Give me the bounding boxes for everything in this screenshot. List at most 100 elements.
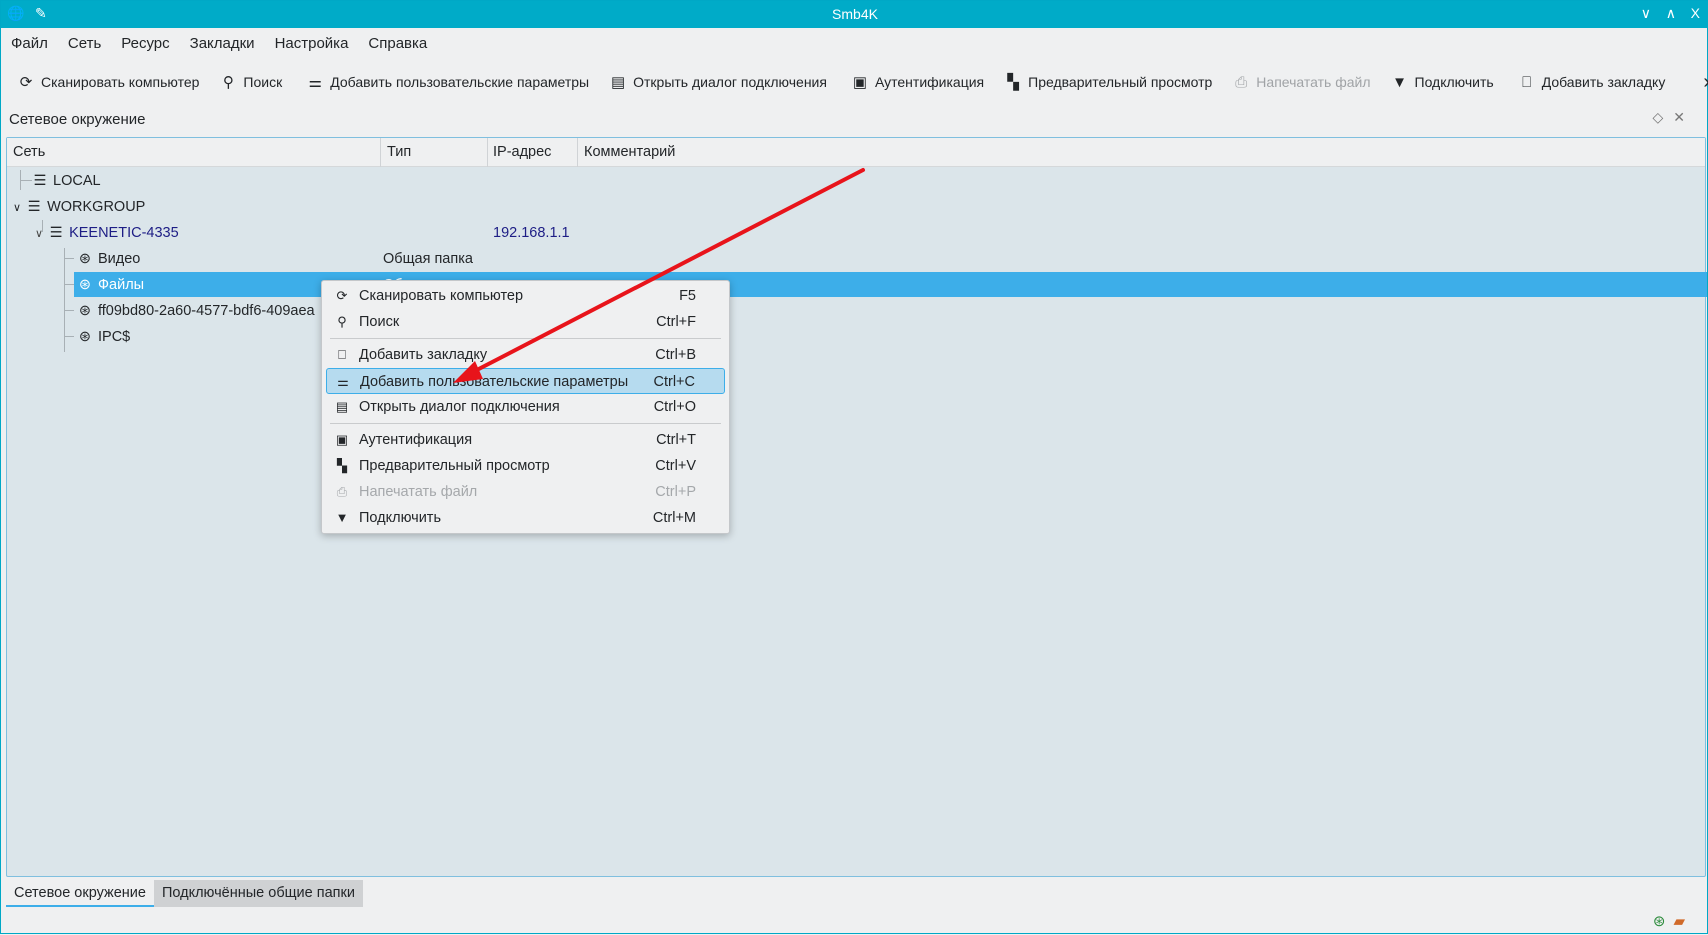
bookmark-icon: ⎕ — [1522, 73, 1532, 91]
preview-grid-icon: ▚ — [1007, 74, 1019, 91]
menu-separator — [330, 338, 721, 339]
tree-item-share[interactable]: ⊛ IPC$ — [76, 324, 130, 350]
tab-bar: Сетевое окружение Подключённые общие пап… — [6, 880, 363, 907]
custom-options-button[interactable]: ⚌ Добавить пользовательские параметры — [296, 67, 599, 97]
search-button[interactable]: ⚲ Поиск — [209, 67, 292, 97]
mount-status-icon: ⊛ — [1652, 913, 1666, 930]
float-icon[interactable]: ◇ — [1652, 109, 1673, 125]
label: Поиск — [359, 314, 400, 330]
label: Сканировать компьютер — [359, 288, 524, 304]
column-comment[interactable]: Комментарий — [584, 144, 675, 160]
window-title: Smb4K — [832, 6, 878, 22]
tree-item-workgroup[interactable]: ∨ ☰ WORKGROUP — [13, 194, 145, 220]
preview-label: Предварительный просмотр — [1028, 74, 1213, 90]
item-name: KEENETIC-4335 — [69, 225, 179, 241]
shortcut: Ctrl+P — [655, 484, 696, 500]
menu-item-mount[interactable]: ▼ Подключить Ctrl+M — [326, 505, 725, 531]
dock-title: Сетевое окружение — [9, 111, 146, 128]
tab-mounted-shares[interactable]: Подключённые общие папки — [153, 880, 363, 907]
auth-label: Аутентификация — [874, 74, 985, 90]
dialog-icon: ▤ — [335, 399, 349, 414]
shortcut: Ctrl+V — [655, 458, 696, 474]
printer-icon: ⎙ — [336, 484, 348, 499]
menu-item-open-mount-dialog[interactable]: ▤ Открыть диалог подключения Ctrl+O — [326, 394, 725, 420]
custom-options-label: Добавить пользовательские параметры — [330, 74, 590, 90]
menu-item-authentication[interactable]: ▣ Аутентификация Ctrl+T — [326, 427, 725, 453]
dialog-icon: ▤ — [611, 74, 626, 91]
search-icon: ⚲ — [337, 314, 347, 329]
share-icon: ⊛ — [78, 303, 92, 319]
host-ip: 192.168.1.1 — [493, 225, 570, 241]
tree-item-host[interactable]: ∨ ☰ KEENETIC-4335 — [35, 220, 179, 246]
add-bookmark-button[interactable]: ⎕ Добавить закладку — [1508, 67, 1676, 97]
label: Аутентификация — [359, 432, 473, 448]
workgroup-icon: ☰ — [33, 173, 47, 189]
tab-network-neighborhood[interactable]: Сетевое окружение — [6, 880, 154, 907]
item-name: Видео — [98, 251, 141, 267]
menu-resource[interactable]: Ресурс — [111, 31, 179, 57]
dock-close-icon[interactable]: ✕ — [1673, 109, 1695, 125]
close-button[interactable]: X — [1691, 5, 1700, 21]
authentication-button[interactable]: ▣ Аутентификация — [841, 67, 994, 97]
scan-label: Сканировать компьютер — [41, 74, 200, 90]
menu-item-preview[interactable]: ▚ Предварительный просмотр Ctrl+V — [326, 453, 725, 479]
column-type[interactable]: Тип — [387, 144, 411, 160]
chevron-down-icon[interactable]: ∨ — [13, 202, 21, 214]
shortcut: Ctrl+O — [653, 399, 696, 415]
shortcut: Ctrl+B — [655, 347, 696, 363]
network-tree[interactable]: Сеть Тип IP-адрес Комментарий ☰ LOCAL ∨ ☰ W… — [6, 137, 1707, 877]
tree-item-local[interactable]: ☰ LOCAL — [31, 168, 101, 194]
tree-item-share[interactable]: ⊛ ff09bd80-2a60-4577-bdf6-409aea — [76, 298, 315, 324]
workgroup-icon: ☰ — [27, 199, 41, 215]
mount-icon: ▼ — [1392, 73, 1407, 91]
menu-help[interactable]: Справка — [358, 31, 437, 57]
print-label: Напечатать файл — [1256, 74, 1371, 90]
menu-item-scan[interactable]: ⟳ Сканировать компьютер F5 — [326, 283, 725, 309]
menu-network[interactable]: Сеть — [58, 31, 111, 57]
label: Предварительный просмотр — [359, 458, 550, 474]
shortcut: F5 — [679, 288, 696, 304]
menu-item-search[interactable]: ⚲ Поиск Ctrl+F — [326, 309, 725, 335]
item-name: Файлы — [98, 277, 145, 293]
menu-bookmarks[interactable]: Закладки — [180, 31, 265, 57]
sliders-icon: ⚌ — [308, 74, 322, 91]
sliders-icon: ⚌ — [337, 374, 349, 389]
maximize-button[interactable]: ∧ — [1666, 5, 1676, 22]
chevron-down-icon[interactable]: ∨ — [35, 228, 43, 240]
shortcut: Ctrl+M — [652, 510, 696, 526]
label: Добавить закладку — [359, 347, 488, 363]
menu-file[interactable]: Файл — [1, 31, 58, 57]
mount-button[interactable]: ▼ Подключить — [1381, 67, 1504, 97]
printer-icon: ⎙ — [1235, 73, 1248, 91]
scan-button[interactable]: ⟳ Сканировать компьютер — [7, 67, 209, 97]
item-name: IPC$ — [98, 329, 131, 345]
bookmark-label: Добавить закладку — [1541, 74, 1666, 90]
share-type: Общая папка — [383, 251, 473, 267]
server-icon: ☰ — [49, 225, 63, 241]
menu-settings[interactable]: Настройка — [265, 31, 359, 57]
minimize-button[interactable]: ∨ — [1641, 5, 1651, 22]
item-name: WORKGROUP — [47, 199, 146, 215]
menu-item-custom-options[interactable]: ⚌ Добавить пользовательские параметры Ctrl… — [326, 368, 725, 394]
item-name: LOCAL — [53, 173, 101, 189]
print-button[interactable]: ⎙ Напечатать файл — [1222, 67, 1380, 97]
item-name: ff09bd80-2a60-4577-bdf6-409aea — [98, 303, 315, 319]
menu-item-add-bookmark[interactable]: ⎕ Добавить закладку Ctrl+B — [326, 342, 725, 368]
shortcut: Ctrl+T — [656, 432, 696, 448]
toolbar: ⟳ Сканировать компьютер ⚲ Поиск ⚌ Добавить … — [7, 67, 1708, 97]
menu-item-print[interactable]: ⎙ Напечатать файл Ctrl+P — [326, 479, 725, 505]
preview-button[interactable]: ▚ Предварительный просмотр — [994, 67, 1222, 97]
column-network[interactable]: Сеть — [13, 144, 45, 160]
label: Добавить пользовательские параметры — [360, 374, 629, 390]
open-dialog-label: Открыть диалог подключения — [633, 74, 827, 90]
bookmark-icon: ⎕ — [338, 347, 346, 362]
share-icon: ⊛ — [78, 251, 92, 267]
tree-item-share[interactable]: ⊛ Видео — [76, 246, 140, 272]
context-menu: ⟳ Сканировать компьютер F5 ⚲ Поиск Ctrl+F ⎕ Д… — [321, 280, 730, 534]
column-ip[interactable]: IP-адрес — [493, 144, 551, 160]
open-mount-dialog-button[interactable]: ▤ Открыть диалог подключения — [599, 67, 837, 97]
menu-bar: Файл Сеть Ресурс Закладки Настройка Спра… — [1, 31, 437, 57]
tree-item-share-selected[interactable]: ⊛ Файлы — [76, 272, 144, 298]
toolbar-overflow-chevron-icon[interactable]: › — [1693, 67, 1708, 97]
status-bar: ⊛ ▰ — [1653, 912, 1685, 930]
